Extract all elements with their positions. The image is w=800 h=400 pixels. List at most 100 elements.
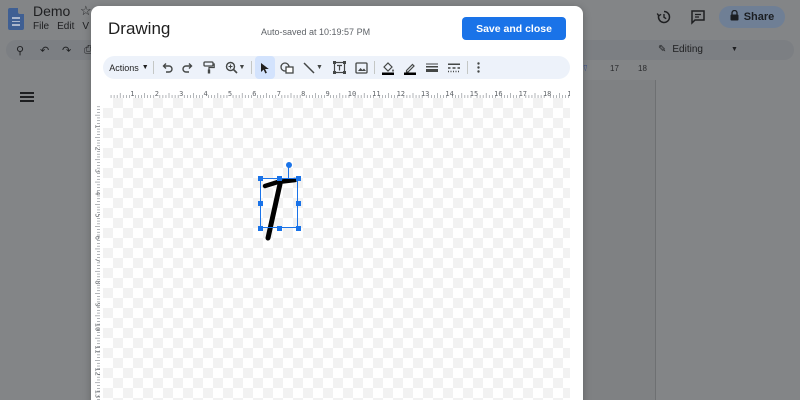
ruler-label: 7 bbox=[277, 90, 281, 98]
selection-box bbox=[260, 178, 298, 228]
horizontal-ruler: 12345678910111213141516171819 bbox=[110, 90, 570, 98]
indent-marker-icon: ⍢ bbox=[583, 64, 588, 73]
ruler-label: 6 bbox=[252, 90, 256, 98]
ruler-label: 1 bbox=[130, 90, 134, 98]
border-dash-icon[interactable] bbox=[444, 56, 464, 79]
ruler-label: 7 bbox=[94, 258, 101, 262]
bg-undo-icon: ↶ bbox=[40, 45, 50, 57]
actions-label: Actions bbox=[109, 62, 139, 73]
ruler-label: 5 bbox=[228, 90, 232, 98]
menu-view: V bbox=[82, 21, 90, 32]
resize-handle[interactable] bbox=[257, 225, 263, 231]
ruler-label: 10 bbox=[94, 323, 101, 331]
line-dropdown[interactable]: ▼ bbox=[299, 56, 327, 79]
menu-edit: Edit bbox=[57, 21, 75, 32]
resize-handle[interactable] bbox=[257, 175, 263, 181]
ruler-label: 11 bbox=[94, 345, 101, 353]
comments-icon bbox=[690, 9, 706, 25]
doc-menu-bar: File Edit V bbox=[33, 21, 89, 32]
fill-color-icon[interactable] bbox=[378, 56, 398, 79]
more-icon[interactable] bbox=[471, 56, 485, 79]
rotation-line bbox=[288, 167, 289, 178]
chevron-down-icon: ▼ bbox=[730, 46, 738, 53]
ruler-label: 1 bbox=[94, 124, 101, 128]
zoom-dropdown[interactable]: ▼ bbox=[221, 56, 249, 79]
border-color-icon[interactable] bbox=[400, 56, 420, 79]
star-icon: ☆ bbox=[80, 3, 92, 18]
select-icon[interactable] bbox=[255, 56, 275, 79]
ruler-label: 12 bbox=[397, 90, 405, 98]
ruler-label: 17 bbox=[610, 64, 619, 73]
resize-handle[interactable] bbox=[295, 200, 301, 206]
ruler-label: 6 bbox=[94, 236, 101, 240]
share-label: Share bbox=[743, 11, 775, 23]
history-icon bbox=[656, 9, 672, 25]
zoom-icon bbox=[225, 61, 238, 74]
ruler-label: 2 bbox=[94, 146, 101, 150]
ruler-label: 4 bbox=[203, 90, 207, 98]
resize-handle[interactable] bbox=[295, 225, 301, 231]
ruler-label: 2 bbox=[155, 90, 159, 98]
ruler-label: 13 bbox=[94, 390, 101, 398]
resize-handle[interactable] bbox=[295, 175, 301, 181]
drawing-canvas[interactable] bbox=[103, 98, 570, 400]
toolbar-divider bbox=[467, 61, 468, 74]
share-button: Share bbox=[719, 6, 785, 28]
docs-logo-icon bbox=[8, 8, 24, 30]
ruler-label: 9 bbox=[325, 90, 329, 98]
border-weight-icon[interactable] bbox=[422, 56, 442, 79]
chevron-down-icon: ▼ bbox=[316, 64, 323, 71]
text-box-icon[interactable] bbox=[329, 56, 349, 79]
toolbar-divider bbox=[251, 61, 252, 74]
undo-icon[interactable] bbox=[157, 56, 177, 79]
toolbar-divider bbox=[153, 61, 154, 74]
ruler-label: 10 bbox=[348, 90, 356, 98]
ruler-label: 11 bbox=[372, 90, 380, 98]
drawing-dialog: Drawing Auto-saved at 10:19:57 PM Save a… bbox=[91, 6, 583, 400]
ruler-label: 3 bbox=[94, 169, 101, 173]
document-outline-icon bbox=[20, 92, 34, 102]
ruler-label: 8 bbox=[94, 280, 101, 284]
drawing-toolbar: Actions ▼ ▼ ▼ bbox=[103, 56, 570, 79]
menu-file: File bbox=[33, 21, 50, 32]
ruler-label: 8 bbox=[301, 90, 305, 98]
lock-icon bbox=[730, 9, 739, 24]
toolbar-divider bbox=[374, 61, 375, 74]
autosave-status: Auto-saved at 10:19:57 PM bbox=[261, 27, 371, 37]
save-and-close-button[interactable]: Save and close bbox=[462, 17, 566, 40]
paint-format-icon[interactable] bbox=[199, 56, 219, 79]
image-icon[interactable] bbox=[351, 56, 371, 79]
ruler-label: 19 bbox=[567, 90, 570, 98]
chevron-down-icon: ▼ bbox=[141, 64, 149, 71]
ruler-label: 3 bbox=[179, 90, 183, 98]
ruler-label: 18 bbox=[543, 90, 551, 98]
editing-label: Editing bbox=[672, 44, 703, 55]
resize-handle[interactable] bbox=[276, 225, 282, 231]
resize-handle[interactable] bbox=[257, 200, 263, 206]
resize-handle[interactable] bbox=[276, 175, 282, 181]
line-icon bbox=[303, 61, 315, 74]
vertical-ruler: 1234567891011121314 bbox=[94, 106, 101, 400]
ruler-label: 14 bbox=[445, 90, 453, 98]
search-menus-icon: ⚲ bbox=[16, 45, 25, 57]
doc-ruler: ⍢ 17 18 bbox=[583, 64, 663, 76]
ruler-label: 4 bbox=[94, 191, 101, 195]
bg-redo-icon: ↷ bbox=[62, 45, 72, 57]
redo-icon[interactable] bbox=[178, 56, 198, 79]
ruler-label: 12 bbox=[94, 367, 101, 375]
pencil-icon: ✎ bbox=[658, 44, 667, 55]
editing-mode-dropdown: ✎ Editing ▼ bbox=[658, 44, 738, 55]
ruler-label: 17 bbox=[519, 90, 527, 98]
doc-title: Demo bbox=[33, 3, 71, 19]
rotate-handle[interactable] bbox=[285, 162, 292, 168]
shape-icon[interactable] bbox=[277, 56, 297, 79]
actions-menu-button[interactable]: Actions ▼ bbox=[109, 56, 149, 79]
ruler-label: 9 bbox=[94, 303, 101, 307]
ruler-label: 18 bbox=[638, 64, 647, 73]
ruler-label: 16 bbox=[494, 90, 502, 98]
ruler-label: 5 bbox=[94, 213, 101, 217]
chevron-down-icon: ▼ bbox=[238, 64, 246, 71]
ruler-label: 15 bbox=[470, 90, 478, 98]
dialog-title: Drawing bbox=[108, 19, 171, 38]
ruler-label: 13 bbox=[421, 90, 429, 98]
